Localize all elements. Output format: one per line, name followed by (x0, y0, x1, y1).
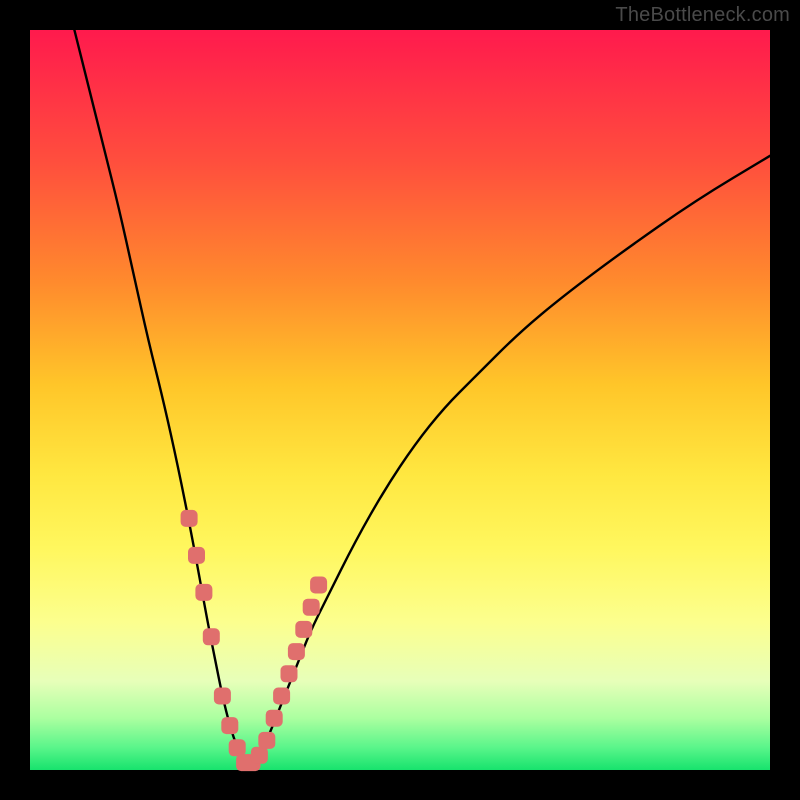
marker-point (214, 688, 231, 705)
marker-point (251, 747, 268, 764)
marker-point (221, 717, 238, 734)
marker-point (310, 577, 327, 594)
marker-point (295, 621, 312, 638)
chart-frame: TheBottleneck.com (0, 0, 800, 800)
marker-point (195, 584, 212, 601)
marker-group (181, 510, 328, 771)
marker-point (281, 665, 298, 682)
marker-point (188, 547, 205, 564)
marker-point (303, 599, 320, 616)
chart-svg (30, 30, 770, 770)
watermark-text: TheBottleneck.com (615, 4, 790, 27)
marker-point (181, 510, 198, 527)
marker-point (258, 732, 275, 749)
marker-point (266, 710, 283, 727)
marker-point (229, 739, 246, 756)
bottleneck-curve (74, 30, 770, 763)
marker-point (203, 628, 220, 645)
marker-point (273, 688, 290, 705)
marker-point (288, 643, 305, 660)
